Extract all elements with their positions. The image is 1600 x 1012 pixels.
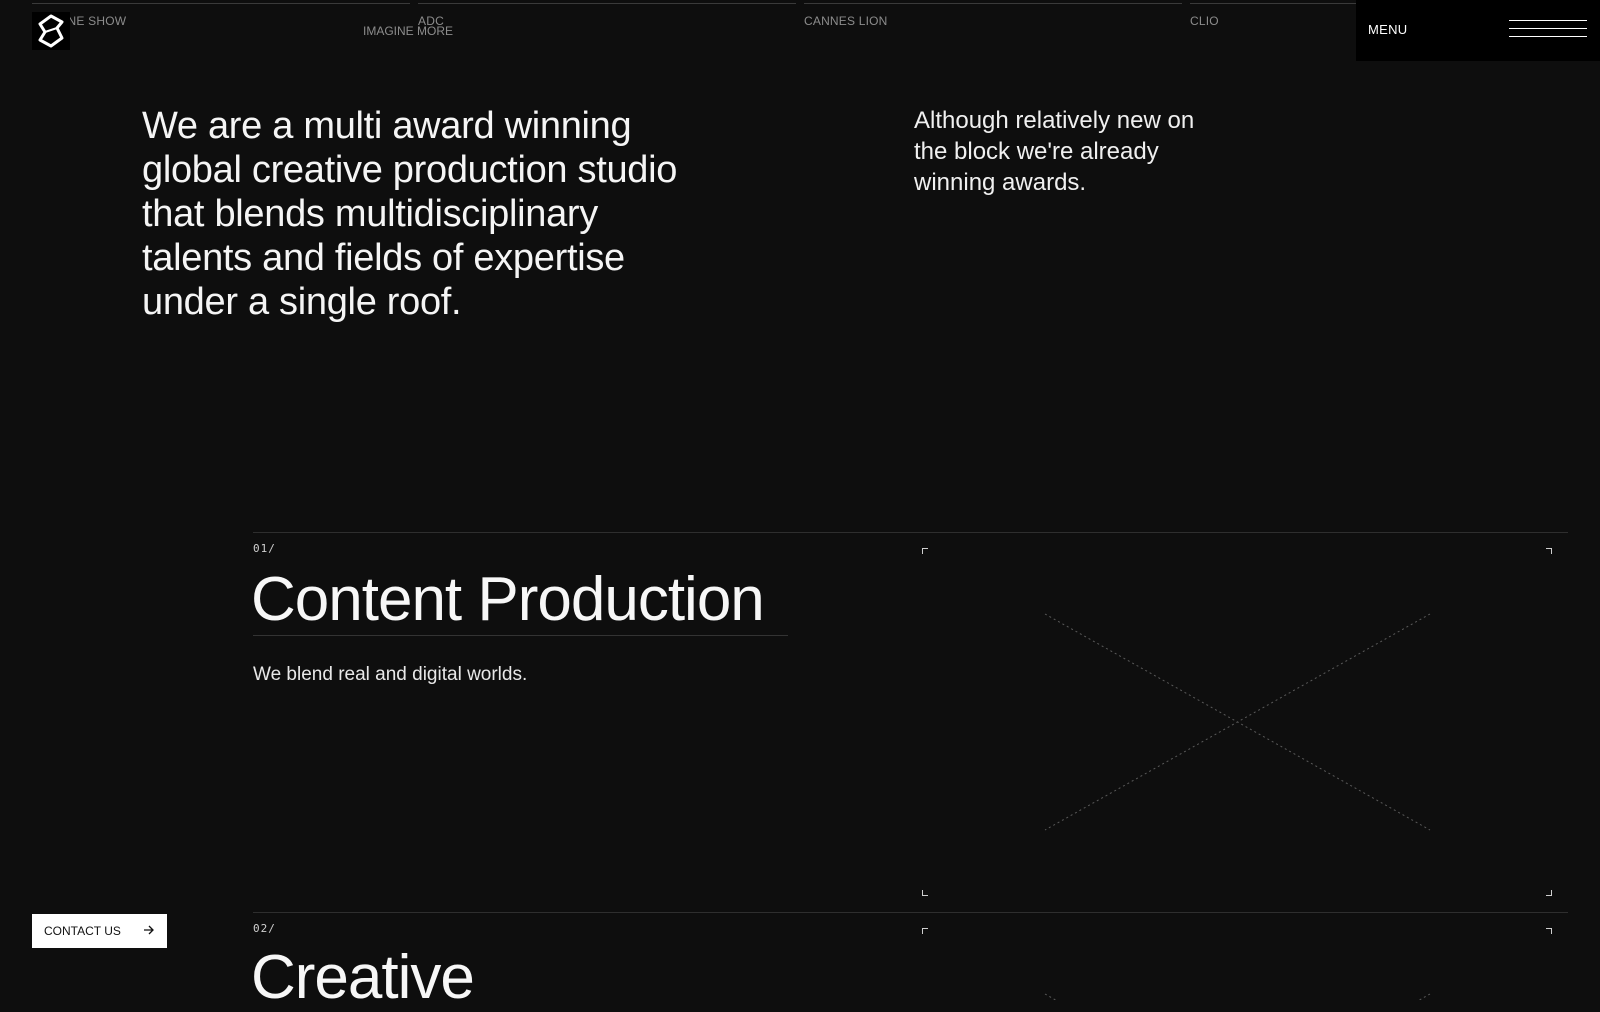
menu-label[interactable]: MENU (1368, 22, 1407, 37)
studio-logo-icon[interactable] (32, 12, 70, 50)
award-cannes-lion: CANNES LION (804, 3, 1182, 28)
award-label: CANNES LION (804, 14, 888, 28)
award-one-show: ONE SHOW (32, 3, 410, 28)
placeholder-cross-icon (1044, 993, 1431, 1000)
arrow-right-icon (143, 924, 155, 938)
section-description: We blend real and digital worlds. (253, 664, 528, 685)
hamburger-icon[interactable] (1509, 20, 1587, 40)
section-title-underline (253, 635, 788, 636)
section-divider (253, 532, 1568, 533)
section-divider (253, 912, 1568, 913)
menu-bar: MENU (1356, 0, 1600, 61)
section-number: 01/ (253, 542, 276, 555)
contact-us-label: CONTACT US (44, 924, 121, 938)
award-clio: CLIO (1190, 3, 1356, 28)
section-title[interactable]: Creative (251, 944, 475, 1012)
media-placeholder (922, 548, 1552, 896)
contact-us-button[interactable]: CONTACT US (32, 914, 167, 948)
media-placeholder (922, 928, 1552, 1000)
hero-headline: We are a multi award winning global crea… (142, 105, 678, 323)
imagine-more-tagline: IMAGINE MORE (363, 24, 454, 38)
hero-side-text: Although relatively new on the block we'… (914, 107, 1195, 196)
award-label: CLIO (1190, 14, 1219, 28)
placeholder-cross-icon (1044, 613, 1431, 831)
section-title[interactable]: Content Production (251, 566, 765, 634)
section-number: 02/ (253, 922, 276, 935)
award-adc: ADC (418, 3, 796, 28)
